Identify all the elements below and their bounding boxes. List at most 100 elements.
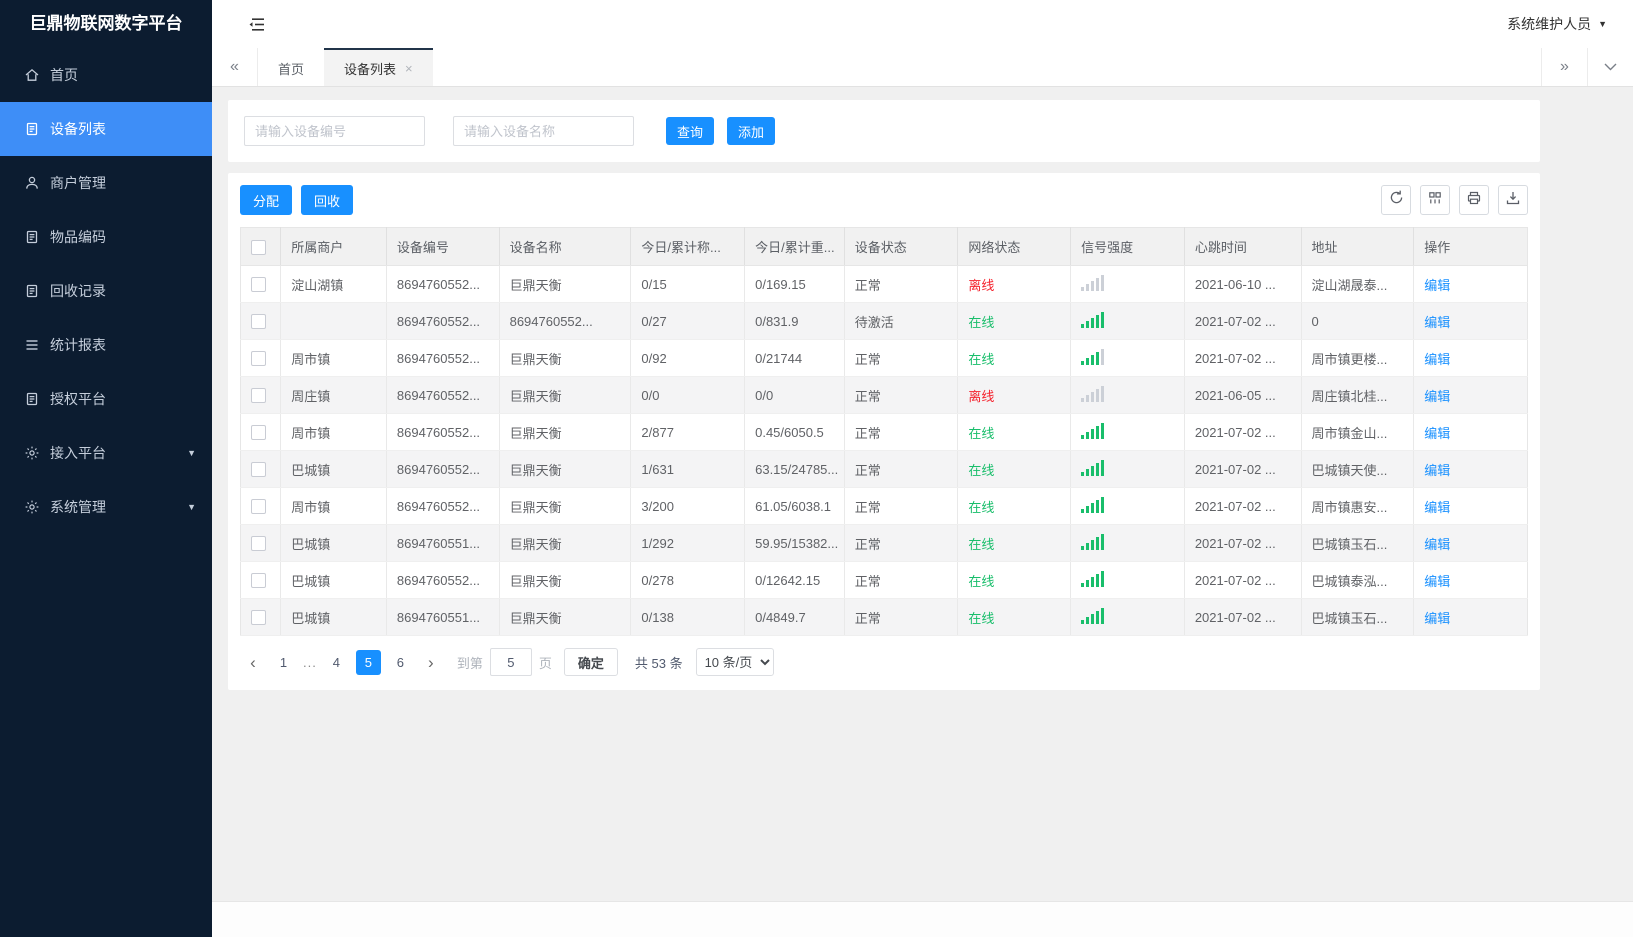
- page-6[interactable]: 6: [388, 650, 413, 675]
- device-no-input[interactable]: [244, 116, 425, 146]
- edit-link[interactable]: 编辑: [1424, 389, 1450, 404]
- cell-merchant: 巴城镇: [280, 561, 387, 599]
- col-checkbox: [240, 227, 282, 266]
- device-table: 所属商户 设备编号 设备名称 今日/累计称... 今日/累计重... 设备状态 网络状态 信号…: [240, 227, 1528, 636]
- table-row: 巴城镇 8694760551... 巨鼎天衡 1/292 59.95/15382... 正…: [240, 524, 1528, 562]
- edit-link[interactable]: 编辑: [1424, 315, 1450, 330]
- sidebar-item-stats-report[interactable]: 统计报表: [0, 318, 212, 372]
- edit-link[interactable]: 编辑: [1424, 537, 1450, 552]
- edit-link[interactable]: 编辑: [1424, 278, 1450, 293]
- row-checkbox[interactable]: [251, 536, 266, 552]
- row-checkbox[interactable]: [251, 573, 266, 589]
- tabs-scroll-left-icon[interactable]: «: [212, 48, 258, 86]
- edit-link[interactable]: 编辑: [1424, 463, 1450, 478]
- cell-address: 巴城镇泰泓...: [1301, 561, 1415, 599]
- cell-action: 编辑: [1413, 302, 1528, 340]
- tab-device-list[interactable]: 设备列表 ×: [324, 48, 433, 86]
- cell-device-no: 8694760552...: [386, 265, 500, 303]
- row-checkbox[interactable]: [251, 499, 266, 515]
- cell-device-name: 巨鼎天衡: [499, 265, 632, 303]
- cell-action: 编辑: [1413, 598, 1528, 636]
- cell-signal: [1070, 561, 1185, 599]
- refresh-button[interactable]: [1381, 185, 1411, 215]
- sidebar-item-label: 系统管理: [50, 499, 106, 515]
- device-name-input[interactable]: [453, 116, 634, 146]
- edit-link[interactable]: 编辑: [1424, 611, 1450, 626]
- print-button[interactable]: [1459, 185, 1489, 215]
- gear-icon: [24, 499, 40, 515]
- download-button[interactable]: [1498, 185, 1528, 215]
- cell-merchant: 周市镇: [280, 413, 387, 451]
- doc-icon: [24, 229, 40, 245]
- close-icon[interactable]: ×: [405, 61, 413, 76]
- confirm-button[interactable]: 确定: [563, 648, 618, 676]
- cell-weight: 0.45/6050.5: [744, 413, 845, 451]
- row-checkbox[interactable]: [251, 277, 266, 293]
- col-device-name: 设备名称: [499, 227, 632, 266]
- row-checkbox[interactable]: [251, 314, 266, 330]
- cell-device-status: 正常: [844, 561, 959, 599]
- page-4[interactable]: 4: [324, 650, 349, 675]
- row-checkbox[interactable]: [251, 388, 266, 404]
- sidebar-item-access-platform[interactable]: 接入平台 ▼: [0, 426, 212, 480]
- sidebar-item-merchant-mgmt[interactable]: 商户管理: [0, 156, 212, 210]
- edit-link[interactable]: 编辑: [1424, 500, 1450, 515]
- cell-weight: 0/21744: [744, 339, 845, 377]
- cell-signal: [1070, 450, 1185, 488]
- cell-device-name: 巨鼎天衡: [499, 524, 632, 562]
- signal-strength-icon: [1081, 533, 1105, 550]
- row-checkbox[interactable]: [251, 610, 266, 626]
- next-page-icon[interactable]: ›: [420, 654, 442, 671]
- assign-button[interactable]: 分配: [240, 185, 293, 215]
- cell-weight: 0/12642.15: [744, 561, 845, 599]
- cell-address: 周庄镇北桂...: [1301, 376, 1415, 414]
- network-status-badge: 在线: [968, 573, 995, 589]
- tabs-options-icon[interactable]: [1587, 48, 1633, 86]
- col-device-no: 设备编号: [386, 227, 500, 266]
- cell-device-status: 待激活: [844, 302, 959, 340]
- page-1[interactable]: 1: [271, 650, 296, 675]
- cell-signal: [1070, 265, 1185, 303]
- columns-button[interactable]: [1420, 185, 1450, 215]
- cell-weight: 0/169.15: [744, 265, 845, 303]
- menu-icon: [24, 337, 40, 353]
- query-button[interactable]: 查询: [666, 117, 715, 145]
- doc-icon: [24, 121, 40, 137]
- sidebar-item-device-list[interactable]: 设备列表: [0, 102, 212, 156]
- cell-signal: [1070, 524, 1185, 562]
- tabs-scroll-right-icon[interactable]: »: [1541, 48, 1587, 86]
- cell-checkbox: [240, 487, 282, 525]
- app-title: 巨鼎物联网数字平台: [29, 14, 183, 33]
- edit-link[interactable]: 编辑: [1424, 352, 1450, 367]
- cell-device-no: 8694760552...: [386, 487, 500, 525]
- table-header-row: 所属商户 设备编号 设备名称 今日/累计称... 今日/累计重... 设备状态 网络状态 信号…: [240, 227, 1528, 266]
- sidebar-item-auth-platform[interactable]: 授权平台: [0, 372, 212, 426]
- row-checkbox[interactable]: [251, 351, 266, 367]
- row-checkbox[interactable]: [251, 462, 266, 478]
- tab-home[interactable]: 首页: [258, 48, 324, 86]
- sidebar-item-home[interactable]: 首页: [0, 48, 212, 102]
- collapse-menu-icon[interactable]: [248, 17, 266, 32]
- sidebar-item-recycle-records[interactable]: 回收记录: [0, 264, 212, 318]
- goto-page-input[interactable]: [489, 648, 532, 676]
- cell-network-status: 在线: [957, 487, 1072, 525]
- table-toolbar: 分配 回收: [240, 185, 1528, 215]
- edit-link[interactable]: 编辑: [1424, 574, 1450, 589]
- prev-page-icon[interactable]: ‹: [242, 654, 264, 671]
- select-all-checkbox[interactable]: [251, 239, 266, 255]
- cell-network-status: 在线: [957, 524, 1072, 562]
- cell-merchant: 周庄镇: [280, 376, 387, 414]
- recycle-button[interactable]: 回收: [301, 185, 354, 215]
- network-status-badge: 在线: [968, 610, 995, 626]
- edit-link[interactable]: 编辑: [1424, 426, 1450, 441]
- row-checkbox[interactable]: [251, 425, 266, 441]
- cell-merchant: 巴城镇: [280, 450, 387, 488]
- page-5[interactable]: 5: [355, 649, 381, 675]
- sidebar-item-item-code[interactable]: 物品编码: [0, 210, 212, 264]
- page-size-select[interactable]: 10 条/页: [695, 648, 774, 676]
- cell-checkbox: [240, 450, 282, 488]
- add-button[interactable]: 添加: [727, 117, 776, 145]
- user-menu[interactable]: 系统维护人员 ▼: [1507, 14, 1607, 34]
- sidebar-item-system-mgmt[interactable]: 系统管理 ▼: [0, 480, 212, 534]
- cell-network-status: 在线: [957, 413, 1072, 451]
